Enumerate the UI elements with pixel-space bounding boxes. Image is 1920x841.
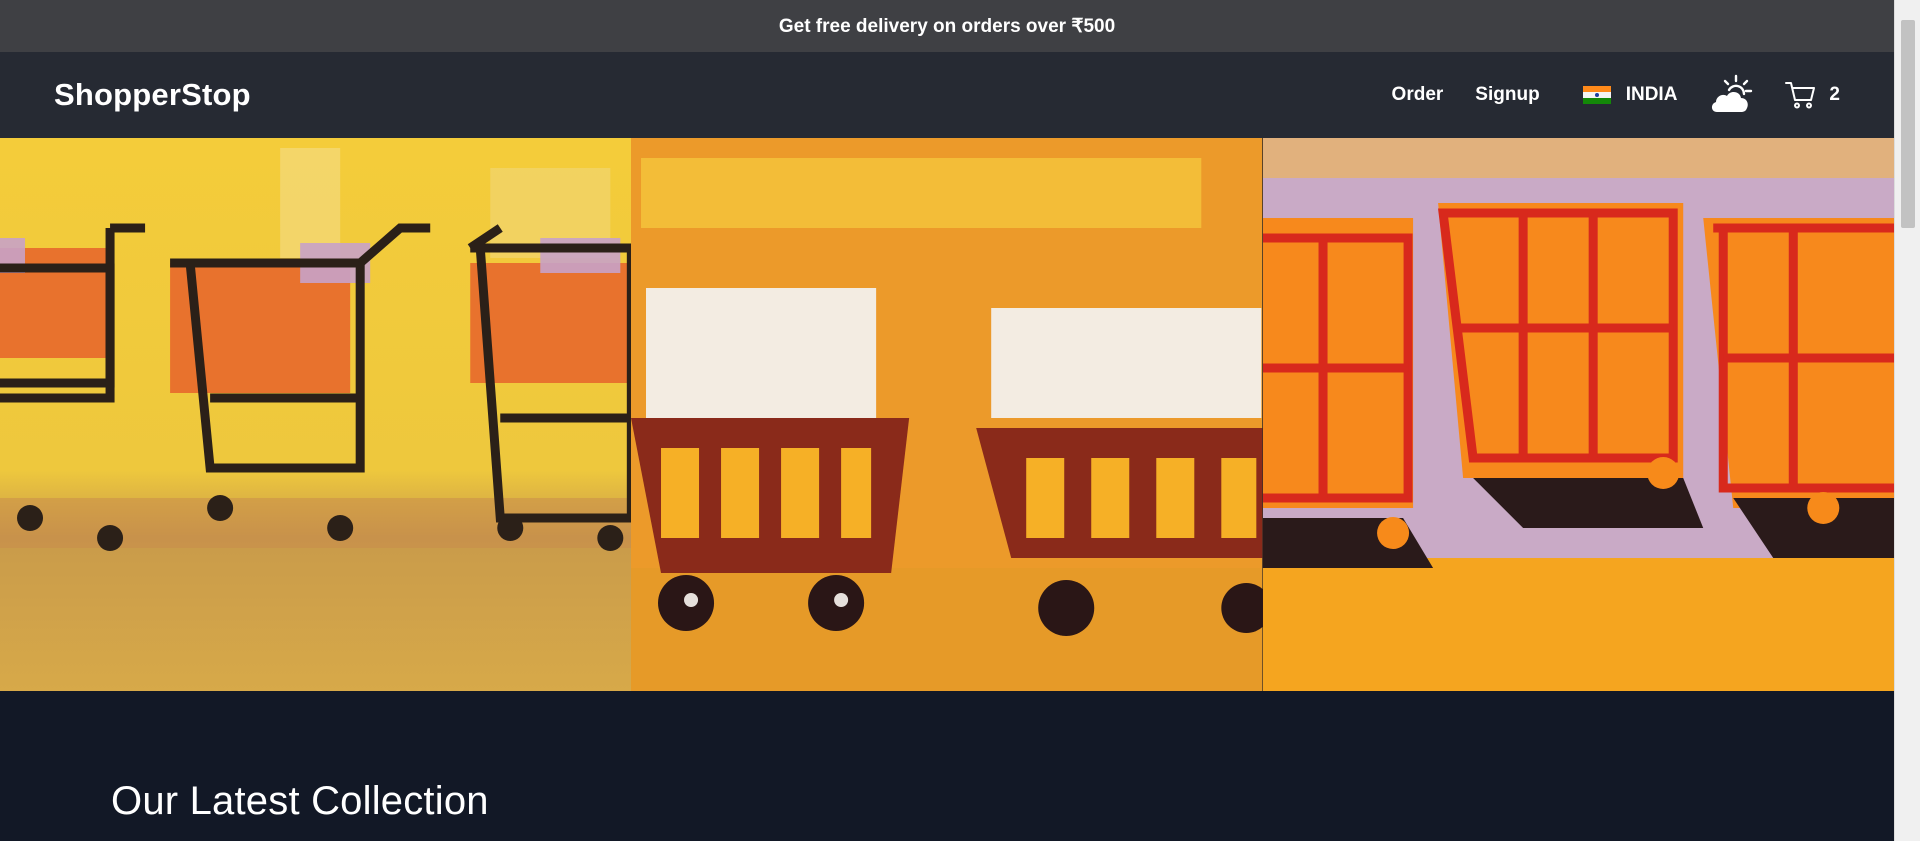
weather-partly-sunny-icon[interactable] — [1709, 74, 1753, 116]
promo-text: Get free delivery on orders over ₹500 — [778, 15, 1116, 37]
country-label: INDIA — [1625, 84, 1678, 105]
nav-link-signup[interactable]: Signup — [1475, 84, 1539, 106]
cart-button[interactable]: 2 — [1785, 80, 1840, 110]
hero-carousel — [0, 138, 1894, 691]
promo-banner: Get free delivery on orders over ₹500 — [0, 0, 1894, 52]
top-navbar: ShopperStop Order Signup INDIA 2 — [0, 52, 1894, 138]
hero-image-3 — [1262, 138, 1894, 691]
latest-collection-section: Our Latest Collection — [0, 691, 1894, 841]
scrollbar-thumb[interactable] — [1901, 20, 1915, 228]
vertical-scrollbar[interactable] — [1894, 0, 1920, 841]
india-flag-icon — [1582, 86, 1611, 104]
hero-image-1 — [0, 138, 632, 691]
cart-count: 2 — [1829, 84, 1840, 105]
hero-image-2 — [631, 138, 1263, 691]
nav-link-order[interactable]: Order — [1392, 84, 1444, 106]
section-title: Our Latest Collection — [111, 779, 489, 823]
site-logo[interactable]: ShopperStop — [54, 77, 251, 113]
page-viewport: Get free delivery on orders over ₹500 Sh… — [0, 0, 1894, 841]
nav-actions: Order Signup INDIA 2 — [1392, 74, 1840, 116]
country-selector[interactable]: INDIA — [1582, 84, 1678, 106]
cart-icon — [1785, 82, 1816, 109]
